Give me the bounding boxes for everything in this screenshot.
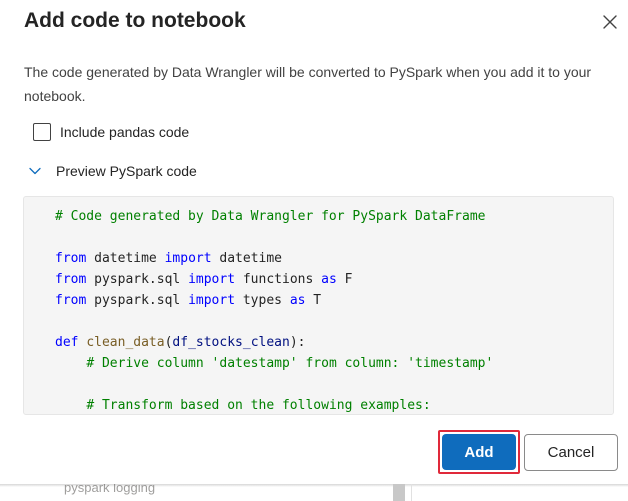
include-pandas-checkbox-row[interactable]: Include pandas code [33,121,189,143]
background-page: pyspark logging [0,484,628,501]
include-pandas-checkbox[interactable] [33,123,51,141]
background-scrollbar[interactable] [393,484,405,501]
code-preview[interactable]: # Code generated by Data Wrangler for Py… [23,196,614,415]
add-button[interactable]: Add [442,434,516,470]
close-icon [603,15,617,29]
code-line: # Transform based on the following examp… [86,398,431,413]
code-line: def clean_data(df_stocks_clean): [55,335,306,350]
code-line: from pyspark.sql import functions as F [55,272,353,287]
code-line: # Code generated by Data Wrangler for Py… [55,209,486,224]
background-divider [411,484,412,501]
preview-toggle[interactable]: Preview PySpark code [28,159,197,183]
add-code-dialog: Add code to notebook The code generated … [0,0,628,484]
cancel-button[interactable]: Cancel [524,434,618,471]
dialog-title: Add code to notebook [24,9,246,32]
code-line: from pyspark.sql import types as T [55,293,322,308]
preview-label: Preview PySpark code [56,163,197,179]
code-line: # Derive column 'datestamp' from column:… [86,356,494,371]
include-pandas-label: Include pandas code [60,124,190,140]
background-text: pyspark logging [64,484,156,495]
close-button[interactable] [599,11,621,33]
code-line: from datetime import datetime [55,251,283,266]
dialog-description: The code generated by Data Wrangler will… [24,64,592,104]
code-content: # Code generated by Data Wrangler for Py… [55,206,494,414]
chevron-down-icon [28,164,42,178]
